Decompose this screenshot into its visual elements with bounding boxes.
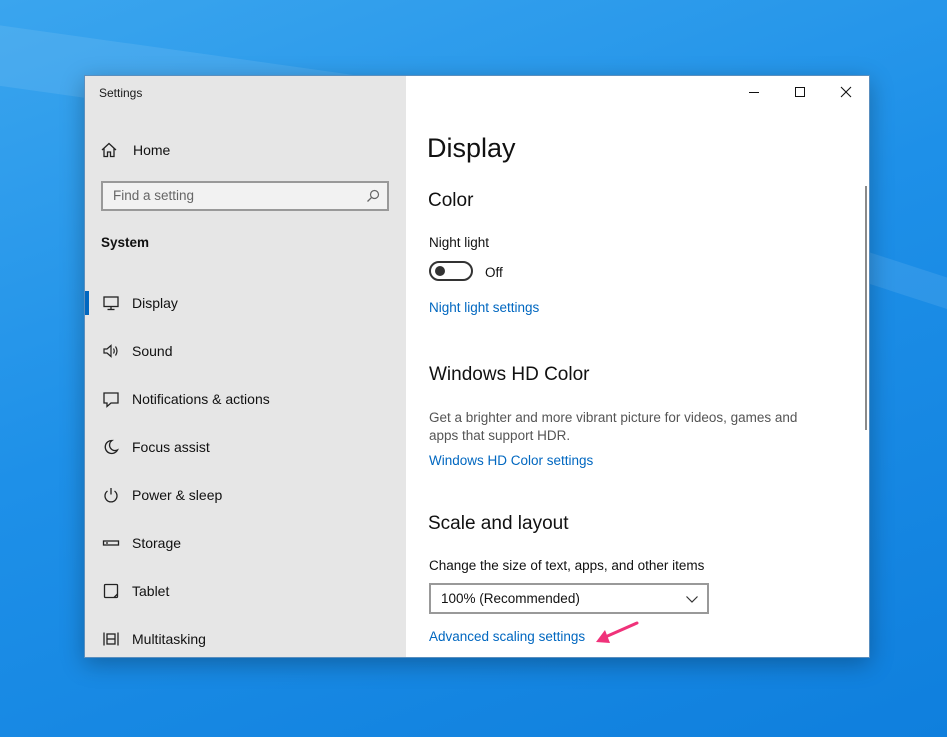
sidebar-nav: Display Sound Notifications & actions Fo… [85, 279, 406, 657]
sidebar-item-storage[interactable]: Storage [85, 519, 406, 567]
sidebar-item-focus-assist[interactable]: Focus assist [85, 423, 406, 471]
page-title: Display [427, 133, 516, 163]
monitor-icon [101, 293, 121, 313]
home-icon [99, 140, 119, 160]
advanced-scaling-link[interactable]: Advanced scaling settings [429, 629, 585, 644]
sidebar-item-label: Power & sleep [132, 487, 223, 503]
sidebar-item-home[interactable]: Home [99, 136, 389, 164]
section-heading-hd-color: Windows HD Color [429, 364, 590, 385]
hd-color-description: Get a brighter and more vibrant picture … [429, 410, 798, 443]
app-title: Settings [99, 86, 143, 100]
scrollbar[interactable] [865, 186, 867, 430]
sidebar-item-label: Notifications & actions [132, 391, 270, 407]
search-icon[interactable] [365, 188, 381, 204]
sidebar-section-label: System [101, 235, 150, 250]
minimize-icon [749, 92, 759, 93]
selection-indicator [85, 291, 89, 315]
minimize-button[interactable] [731, 76, 777, 108]
content-pane: Display Color Night light Off Night ligh… [406, 76, 869, 657]
moon-icon [101, 437, 121, 457]
sidebar-item-label: Storage [132, 535, 182, 551]
sidebar-item-label: Home [133, 142, 171, 158]
desktop-background: Settings Home Find a setting System Disp… [0, 0, 947, 737]
chevron-down-icon [685, 592, 699, 606]
sidebar-item-notifications[interactable]: Notifications & actions [85, 375, 406, 423]
multitasking-icon [101, 629, 121, 649]
close-button[interactable] [823, 76, 869, 108]
toggle-state-label: Off [485, 265, 503, 280]
sidebar-item-multitasking[interactable]: Multitasking [85, 615, 406, 657]
scale-dropdown-value: 100% (Recommended) [441, 591, 580, 606]
search-input[interactable]: Find a setting [101, 181, 389, 211]
tablet-icon [101, 581, 121, 601]
close-icon [840, 86, 852, 98]
sidebar-item-label: Multitasking [132, 631, 206, 647]
sidebar-item-power-sleep[interactable]: Power & sleep [85, 471, 406, 519]
settings-window: Settings Home Find a setting System Disp… [84, 75, 870, 658]
sidebar-item-sound[interactable]: Sound [85, 327, 406, 375]
window-controls [731, 76, 869, 108]
toggle-knob [435, 266, 445, 276]
notification-icon [101, 389, 121, 409]
sidebar-item-tablet[interactable]: Tablet [85, 567, 406, 615]
night-light-toggle[interactable] [429, 261, 473, 281]
section-heading-scale-layout: Scale and layout [428, 513, 569, 534]
night-light-label: Night light [429, 235, 490, 250]
maximize-icon [795, 87, 805, 97]
scale-dropdown[interactable]: 100% (Recommended) [429, 583, 709, 614]
speaker-icon [101, 341, 121, 361]
section-heading-color: Color [428, 190, 474, 211]
sidebar-item-label: Display [132, 295, 178, 311]
hd-color-settings-link[interactable]: Windows HD Color settings [429, 453, 593, 468]
annotation-arrow-icon [596, 621, 639, 643]
change-size-label: Change the size of text, apps, and other… [429, 558, 705, 573]
night-light-settings-link[interactable]: Night light settings [429, 300, 539, 315]
power-icon [101, 485, 121, 505]
sidebar-item-label: Tablet [132, 583, 170, 599]
sidebar-item-display[interactable]: Display [85, 279, 406, 327]
maximize-button[interactable] [777, 76, 823, 108]
sidebar-item-label: Sound [132, 343, 173, 359]
storage-icon [101, 533, 121, 553]
sidebar-item-label: Focus assist [132, 439, 210, 455]
search-placeholder: Find a setting [113, 188, 195, 203]
sidebar: Settings Home Find a setting System Disp… [85, 76, 406, 657]
